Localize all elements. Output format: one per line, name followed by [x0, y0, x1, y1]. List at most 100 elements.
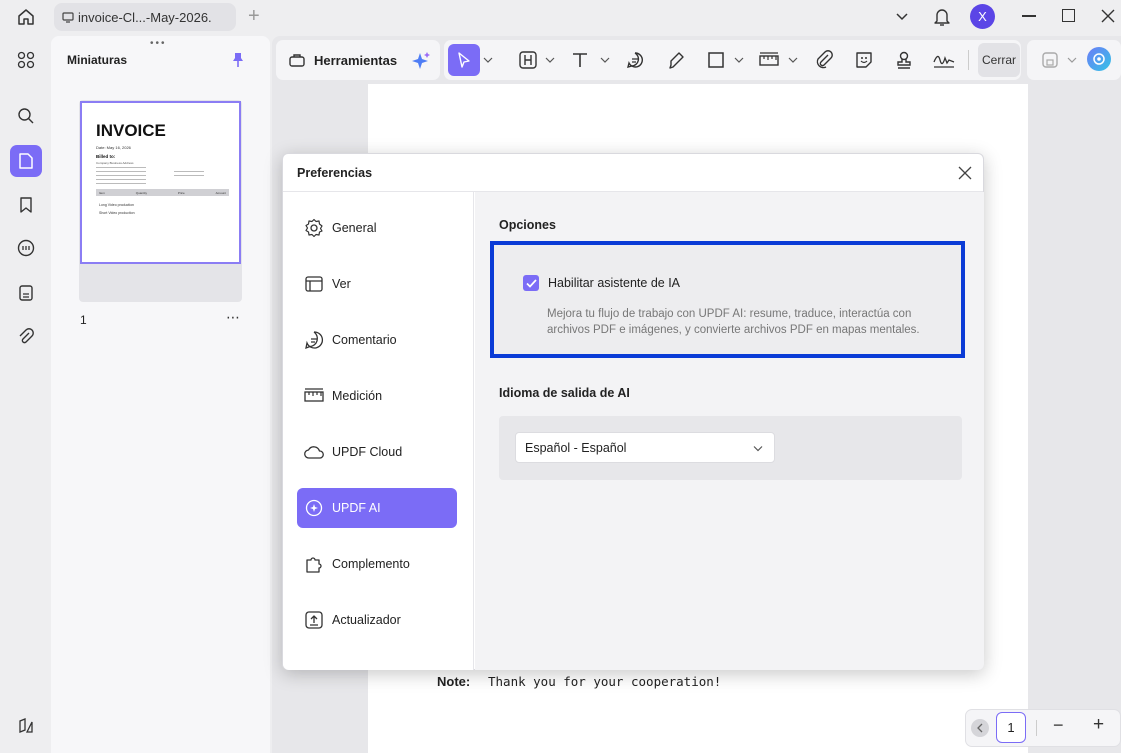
stamp-tool-icon[interactable] — [893, 49, 915, 71]
document-note-label: Note: — [437, 674, 471, 689]
thumb-col-price: Price — [177, 190, 185, 195]
chevron-down-icon[interactable] — [892, 8, 912, 26]
page-thumbnail[interactable]: INVOICE Date: May 16, 2026 Billed to: Co… — [80, 101, 241, 264]
thumb-table-header: Item Quantity Price Amount — [96, 189, 229, 196]
nav-item-complemento[interactable]: Complemento — [297, 544, 457, 584]
pager-divider — [1036, 720, 1037, 736]
thumb-date: Date: May 16, 2026 — [96, 145, 131, 150]
document-tab-icon — [61, 10, 75, 24]
bell-icon[interactable] — [931, 6, 953, 28]
plugin-icon — [303, 553, 325, 575]
zoom-out-button[interactable]: − — [1053, 715, 1064, 736]
ai-sparkle-icon[interactable] — [410, 50, 432, 72]
thumbnails-icon[interactable] — [10, 145, 42, 177]
prev-page-icon[interactable] — [971, 719, 989, 737]
output-language-select[interactable]: Español - Español — [515, 432, 775, 463]
nav-item-actualizador[interactable]: Actualizador — [297, 600, 457, 640]
panel-drag-handle[interactable]: ••• — [150, 38, 167, 49]
thumbnail-page-number: 1 — [80, 313, 87, 327]
toolbar-divider — [968, 50, 969, 70]
apps-icon[interactable] — [10, 44, 42, 76]
attach-tool-icon[interactable] — [813, 49, 835, 71]
updf-logo-icon[interactable] — [10, 710, 42, 742]
text-dropdown-chevron-icon[interactable] — [599, 55, 611, 65]
signature-tool-icon[interactable] — [931, 49, 957, 71]
enable-ai-checkbox[interactable] — [523, 275, 539, 291]
avatar[interactable]: X — [970, 4, 995, 29]
nav-item-updf-ai[interactable]: UPDF AI — [297, 488, 457, 528]
thumb-billed-to: Billed to: — [96, 154, 116, 159]
enable-ai-option-card: Habilitar asistente de IA Mejora tu fluj… — [490, 241, 965, 358]
dialog-content: Opciones Habilitar asistente de IA Mejor… — [475, 192, 984, 670]
highlighter-tool-icon[interactable] — [665, 49, 687, 71]
thumb-col-qty: Quantity — [135, 190, 147, 195]
bookmark-icon[interactable] — [10, 189, 42, 221]
thumbnail-more-button[interactable]: ⋯ — [226, 309, 240, 326]
measure-dropdown-chevron-icon[interactable] — [787, 55, 799, 65]
tools-button[interactable]: Herramientas — [314, 53, 397, 68]
dialog-title: Preferencias — [297, 166, 373, 180]
dialog-header: Preferencias — [283, 154, 983, 192]
attachment-icon[interactable] — [10, 321, 42, 353]
enable-ai-description-line-2: archivos PDF e imágenes, y convierte arc… — [547, 324, 920, 336]
measure-tool-icon[interactable] — [758, 49, 780, 71]
page-number-value: 1 — [1007, 720, 1015, 735]
nav-item-general[interactable]: General — [297, 208, 457, 248]
select-tool-button[interactable] — [448, 44, 480, 76]
organize-pages-icon[interactable] — [10, 277, 42, 309]
thumb-row-1: Long Video production — [99, 203, 134, 207]
thumb-redaction-1 — [163, 143, 211, 163]
new-tab-button[interactable]: + — [248, 5, 260, 28]
thumb-col-amount: Amount — [215, 190, 226, 195]
save-dropdown-chevron-icon[interactable] — [1066, 55, 1078, 65]
select-dropdown-chevron-icon[interactable] — [482, 55, 494, 65]
cloud-icon — [303, 441, 325, 463]
zoom-in-button[interactable]: + — [1093, 714, 1104, 736]
comment-tool-icon[interactable] — [624, 49, 646, 71]
nav-label-ver: Ver — [332, 277, 351, 291]
heading-dropdown-chevron-icon[interactable] — [544, 55, 556, 65]
dialog-close-icon[interactable] — [956, 164, 974, 182]
comment-icon — [303, 329, 325, 351]
pin-icon[interactable] — [229, 51, 247, 69]
shape-dropdown-chevron-icon[interactable] — [733, 55, 745, 65]
comments-icon[interactable] — [10, 232, 42, 264]
heading-tool-icon[interactable] — [517, 49, 539, 71]
nav-item-ver[interactable]: Ver — [297, 264, 457, 304]
search-icon[interactable] — [10, 100, 42, 132]
document-note-text: Thank you for your cooperation! — [488, 674, 722, 689]
home-icon[interactable] — [14, 5, 38, 29]
tools-icon[interactable] — [287, 50, 307, 70]
page-number-input[interactable]: 1 — [996, 712, 1026, 743]
view-icon — [303, 273, 325, 295]
save-icon[interactable] — [1039, 49, 1061, 71]
enable-ai-description-line-1: Mejora tu flujo de trabajo con UPDF AI: … — [547, 308, 912, 320]
nav-item-medicion[interactable]: Medición — [297, 376, 457, 416]
thumb-row-2: Short Video production — [99, 211, 135, 215]
thumb-redaction-2 — [144, 197, 232, 225]
close-toolbar-button[interactable]: Cerrar — [978, 43, 1020, 77]
nav-label-updf-ai: UPDF AI — [332, 501, 381, 515]
chevron-down-icon — [752, 443, 764, 453]
thumbnails-title: Miniaturas — [67, 53, 128, 67]
output-language-value: Español - Español — [525, 441, 627, 455]
thumb-invoice-heading: INVOICE — [96, 121, 166, 140]
maximize-button[interactable] — [1062, 9, 1075, 22]
close-window-button[interactable] — [1100, 8, 1116, 24]
rectangle-tool-icon[interactable] — [705, 49, 727, 71]
thumb-col-item: Item — [99, 190, 105, 195]
thumb-text-lines-right — [174, 171, 204, 179]
text-tool-icon[interactable] — [569, 49, 591, 71]
nav-label-actualizador: Actualizador — [332, 613, 401, 627]
minimize-button[interactable] — [1022, 15, 1036, 17]
document-tab-title: invoice-Cl...-May-2026. — [78, 9, 212, 25]
enable-ai-label[interactable]: Habilitar asistente de IA — [548, 276, 680, 290]
nav-label-general: General — [332, 221, 377, 235]
nav-item-updf-cloud[interactable]: UPDF Cloud — [297, 432, 457, 472]
document-tab[interactable]: invoice-Cl...-May-2026. — [54, 3, 236, 31]
sticker-tool-icon[interactable] — [853, 49, 875, 71]
gear-icon — [303, 217, 325, 239]
nav-item-comentario[interactable]: Comentario — [297, 320, 457, 360]
nav-label-updf-cloud: UPDF Cloud — [332, 445, 403, 459]
updf-ai-assistant-icon[interactable] — [1087, 47, 1111, 71]
